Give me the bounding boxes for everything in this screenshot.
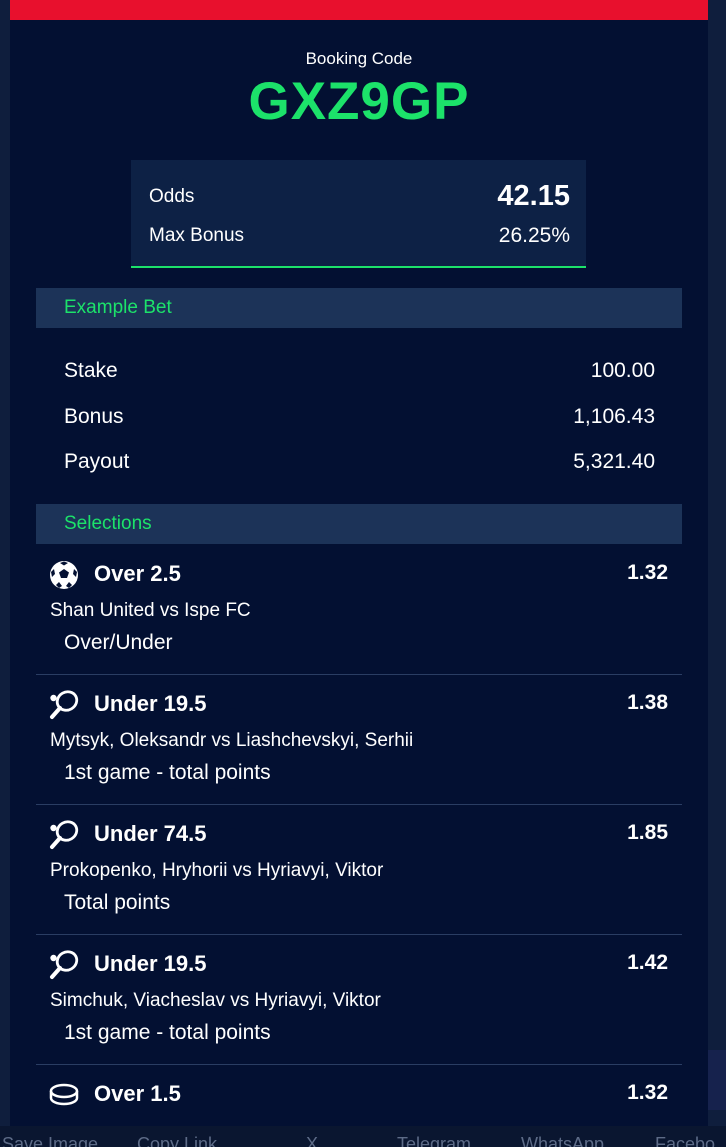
odds-summary: Odds 42.15 Max Bonus 26.25% — [131, 160, 586, 268]
selection-odds: 1.42 — [627, 951, 668, 974]
bonus-label: Bonus — [64, 405, 124, 428]
top-banner — [10, 0, 708, 20]
selection-pick: Over 1.5 — [94, 1081, 181, 1106]
selection-item[interactable]: Over 1.5 1.32 — [36, 1065, 682, 1126]
booking-code-label: Booking Code — [305, 49, 413, 68]
selection-pick: Under 19.5 — [94, 951, 207, 976]
stake-label: Stake — [64, 359, 118, 382]
stake-value: 100.00 — [590, 359, 655, 382]
hockey-puck-icon — [49, 1083, 79, 1106]
share-facebook[interactable]: Facebo — [655, 1134, 715, 1147]
share-x[interactable]: X — [306, 1134, 318, 1147]
selection-pick: Under 19.5 — [94, 691, 207, 716]
bonus-row: Bonus 1,106.43 — [64, 405, 655, 429]
selections-header: Selections — [36, 504, 682, 544]
max-bonus-row: Max Bonus 26.25% — [149, 224, 570, 248]
selection-item[interactable]: Under 19.5 1.42 Simchuk, Viacheslav vs H… — [36, 935, 682, 1065]
payout-value: 5,321.40 — [573, 450, 655, 473]
table-tennis-icon — [50, 820, 79, 849]
soccer-ball-icon — [50, 561, 78, 589]
share-bar: Save Image Copy Link X Telegram WhatsApp… — [0, 1126, 726, 1147]
bonus-value: 1,106.43 — [573, 405, 655, 428]
odds-value: 42.15 — [497, 180, 570, 212]
selection-odds: 1.38 — [627, 691, 668, 714]
selection-match: Prokopenko, Hryhorii vs Hyriavyi, Viktor — [50, 860, 384, 881]
selection-item[interactable]: Under 19.5 1.38 Mytsyk, Oleksandr vs Lia… — [36, 675, 682, 805]
selection-odds: 1.32 — [627, 1081, 668, 1104]
payout-row: Payout 5,321.40 — [64, 450, 655, 474]
selection-odds: 1.85 — [627, 821, 668, 844]
selection-match: Shan United vs Ispe FC — [50, 600, 251, 621]
selection-market: Total points — [64, 891, 171, 914]
selection-item[interactable]: Under 74.5 1.85 Prokopenko, Hryhorii vs … — [36, 805, 682, 935]
booking-code[interactable]: GXZ9GP — [10, 71, 708, 132]
selection-match: Simchuk, Viacheslav vs Hyriavyi, Viktor — [50, 990, 381, 1011]
share-whatsapp[interactable]: WhatsApp — [521, 1134, 604, 1147]
max-bonus-value: 26.25% — [498, 224, 570, 247]
share-copy-link[interactable]: Copy Link — [137, 1134, 217, 1147]
max-bonus-label: Max Bonus — [149, 225, 245, 246]
selection-market: 1st game - total points — [64, 1021, 271, 1044]
share-telegram[interactable]: Telegram — [397, 1134, 471, 1147]
share-save-image[interactable]: Save Image — [2, 1134, 98, 1147]
table-tennis-icon — [50, 950, 79, 979]
selection-market: 1st game - total points — [64, 761, 271, 784]
selection-item[interactable]: Over 2.5 1.32 Shan United vs Ispe FC Ove… — [36, 545, 682, 675]
example-bet-header: Example Bet — [36, 288, 682, 328]
odds-row: Odds 42.15 — [149, 180, 570, 213]
booking-modal: Booking Code GXZ9GP Odds 42.15 Max Bonus… — [10, 0, 708, 1126]
selection-pick: Over 2.5 — [94, 561, 181, 586]
selection-market: Over/Under — [64, 631, 173, 654]
selection-match: Mytsyk, Oleksandr vs Liashchevskyi, Serh… — [50, 730, 414, 751]
odds-label: Odds — [149, 185, 195, 207]
selection-pick: Under 74.5 — [94, 821, 207, 846]
selection-odds: 1.32 — [627, 561, 668, 584]
table-tennis-icon — [50, 690, 79, 719]
stake-row: Stake 100.00 — [64, 359, 655, 383]
payout-label: Payout — [64, 450, 130, 473]
